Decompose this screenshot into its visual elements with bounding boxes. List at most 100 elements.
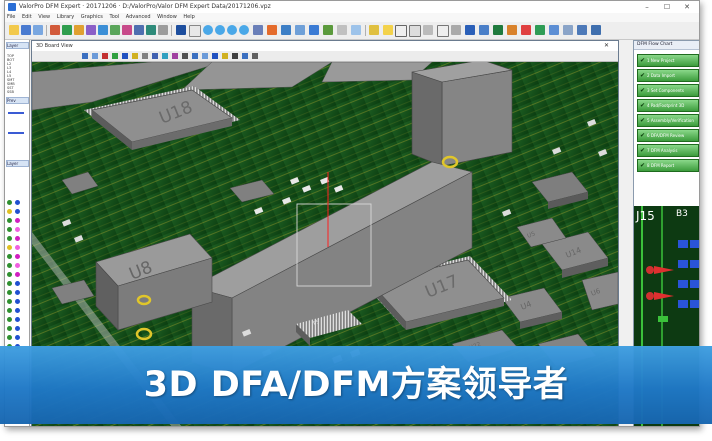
- layer-color-swatch[interactable]: [15, 317, 20, 322]
- layer-color-swatch[interactable]: [7, 299, 12, 304]
- maximize-button[interactable]: ☐: [657, 1, 677, 13]
- view-tool-icon[interactable]: [112, 53, 118, 59]
- view-tool-icon[interactable]: [142, 53, 148, 59]
- layer-color-swatch[interactable]: [15, 254, 20, 259]
- layer-color-swatch[interactable]: [15, 227, 20, 232]
- view-tool-icon[interactable]: [132, 53, 138, 59]
- layer-color-swatch[interactable]: [15, 209, 20, 214]
- cube-icon[interactable]: [549, 25, 559, 35]
- layer-item[interactable]: SSB: [7, 90, 26, 94]
- layer-color-swatch[interactable]: [7, 290, 12, 295]
- component-icon[interactable]: [74, 25, 84, 35]
- flow-step-8[interactable]: ✔ 8 DFM Report: [637, 159, 699, 172]
- layer-color-swatch[interactable]: [15, 290, 20, 295]
- menu-graphics[interactable]: Graphics: [81, 13, 103, 22]
- error-icon[interactable]: [521, 25, 531, 35]
- layer-color-swatch[interactable]: [7, 227, 12, 232]
- view-tool-icon[interactable]: [122, 53, 128, 59]
- measure-icon[interactable]: [122, 25, 132, 35]
- net-icon[interactable]: [323, 25, 333, 35]
- board-icon[interactable]: [591, 25, 601, 35]
- cut-icon[interactable]: [423, 25, 433, 35]
- layer-color-swatch[interactable]: [15, 299, 20, 304]
- view-tool-icon[interactable]: [212, 53, 218, 59]
- report-icon[interactable]: [146, 25, 156, 35]
- pan-icon[interactable]: [267, 25, 277, 35]
- layer-color-swatch[interactable]: [7, 308, 12, 313]
- view-tool-icon[interactable]: [82, 53, 88, 59]
- grid-icon[interactable]: [110, 25, 120, 35]
- package-icon[interactable]: [577, 25, 587, 35]
- view-close-button[interactable]: ✕: [604, 41, 609, 51]
- arrow-right-icon[interactable]: [8, 132, 24, 134]
- menu-view[interactable]: View: [38, 13, 50, 22]
- text-icon[interactable]: [409, 25, 421, 37]
- layer-color-swatch[interactable]: [7, 200, 12, 205]
- rectangle-icon[interactable]: [437, 25, 449, 37]
- menu-file[interactable]: File: [7, 13, 15, 22]
- layer-color-swatch[interactable]: [15, 236, 20, 241]
- layer-color-swatch[interactable]: [15, 326, 20, 331]
- layer-color-swatch[interactable]: [15, 245, 20, 250]
- layer-color-swatch[interactable]: [15, 335, 20, 340]
- flow-step-5[interactable]: ✔ 5 Assembly/Verification: [637, 114, 699, 127]
- zoom-window-icon[interactable]: [239, 25, 249, 35]
- flow-step-6[interactable]: ✔ 6 DFA/DFM Review: [637, 129, 699, 142]
- view-tool-icon[interactable]: [182, 53, 188, 59]
- layer-color-swatch[interactable]: [15, 200, 20, 205]
- layer-color-swatch[interactable]: [7, 254, 12, 259]
- menu-edit[interactable]: Edit: [22, 13, 32, 22]
- layer-color-swatch[interactable]: [15, 308, 20, 313]
- layer-color-swatch[interactable]: [7, 326, 12, 331]
- check-icon[interactable]: [535, 25, 545, 35]
- flow-step-7[interactable]: ✔ 7 DFM Analysis: [637, 144, 699, 157]
- info-icon[interactable]: [395, 25, 407, 37]
- view-top-icon[interactable]: [309, 25, 319, 35]
- view-tool-icon[interactable]: [102, 53, 108, 59]
- layer-icon[interactable]: [98, 25, 108, 35]
- pcb-icon[interactable]: [465, 25, 475, 35]
- save-icon[interactable]: [21, 25, 31, 35]
- layer-color-swatch[interactable]: [7, 263, 12, 268]
- import-icon[interactable]: [50, 25, 60, 35]
- dfm-icon[interactable]: [493, 25, 503, 35]
- flow-step-4[interactable]: ✔ 4 Pad/Footprint 3D: [637, 99, 699, 112]
- arrow-down-icon[interactable]: [451, 25, 461, 35]
- analysis-icon[interactable]: [479, 25, 489, 35]
- layer-color-swatch[interactable]: [7, 317, 12, 322]
- layer-color-swatch[interactable]: [15, 263, 20, 268]
- view-tool-icon[interactable]: [232, 53, 238, 59]
- flow-step-3[interactable]: ✔ 3 Set Components: [637, 84, 699, 97]
- clear-icon[interactable]: [337, 25, 347, 35]
- component-tall-block[interactable]: [411, 62, 513, 167]
- menu-window[interactable]: Window: [157, 13, 177, 22]
- highlight-pen-icon[interactable]: [383, 25, 393, 35]
- layer-color-swatch[interactable]: [7, 236, 12, 241]
- capture-icon[interactable]: [351, 25, 361, 35]
- flow-step-2[interactable]: ✔ 2 Data Import: [637, 69, 699, 82]
- view-tool-icon[interactable]: [202, 53, 208, 59]
- open-folder-icon[interactable]: [9, 25, 19, 35]
- table-icon[interactable]: [134, 25, 144, 35]
- layer-color-swatch[interactable]: [15, 281, 20, 286]
- menu-advanced[interactable]: Advanced: [126, 13, 151, 22]
- highlight-icon[interactable]: [295, 25, 305, 35]
- print-icon[interactable]: [33, 25, 43, 35]
- select-icon[interactable]: [281, 25, 291, 35]
- zoom-fit-icon[interactable]: [227, 25, 237, 35]
- view-tool-icon[interactable]: [192, 53, 198, 59]
- layer-color-swatch[interactable]: [7, 335, 12, 340]
- layer-color-swatch[interactable]: [7, 272, 12, 277]
- view-tool-icon[interactable]: [92, 53, 98, 59]
- mark-icon[interactable]: [369, 25, 379, 35]
- zoom-out-icon[interactable]: [215, 25, 225, 35]
- view-tool-icon[interactable]: [152, 53, 158, 59]
- rotate-icon[interactable]: [253, 25, 263, 35]
- close-button[interactable]: ✕: [677, 1, 697, 13]
- edit-pen-icon[interactable]: [507, 25, 517, 35]
- export-icon[interactable]: [62, 25, 72, 35]
- layer-color-swatch[interactable]: [7, 209, 12, 214]
- layer-color-swatch[interactable]: [7, 281, 12, 286]
- mode-dropdown[interactable]: [189, 25, 201, 37]
- view-tool-icon[interactable]: [222, 53, 228, 59]
